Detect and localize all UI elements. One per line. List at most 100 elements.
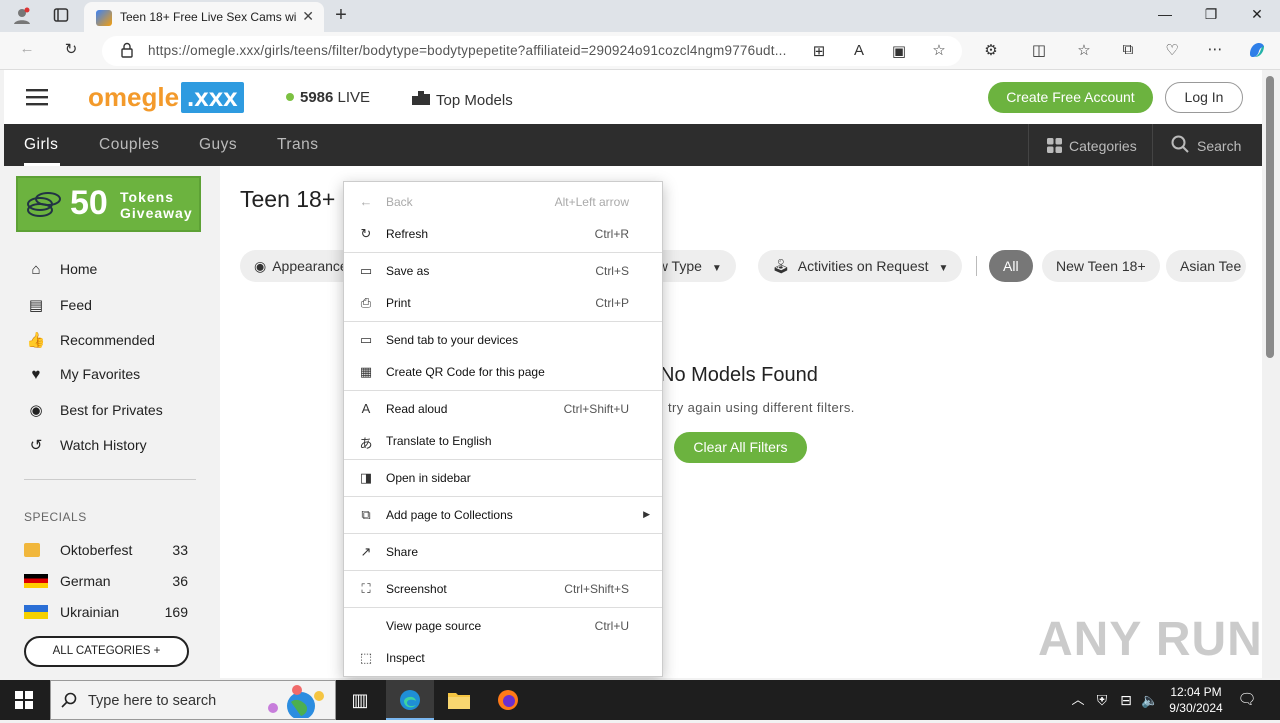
special-ukrainian[interactable]: Ukrainian 169 <box>24 604 194 620</box>
special-oktoberfest[interactable]: Oktoberfest 33 <box>24 542 194 558</box>
login-button[interactable]: Log In <box>1165 82 1243 113</box>
url-bar[interactable]: https://omegle.xxx/girls/teens/filter/bo… <box>102 36 962 66</box>
menu-separator <box>344 252 662 253</box>
more-menu-icon[interactable]: ⋯ <box>1204 40 1226 58</box>
notification-icon[interactable]: 🗨 <box>1232 680 1262 720</box>
chip-new-teen[interactable]: New Teen 18+ <box>1042 250 1160 282</box>
tokens-line1: Tokens <box>120 189 174 205</box>
anyrun-watermark: ANY RUN <box>1038 613 1263 666</box>
sidebar-item-best-privates[interactable]: ◉ Best for Privates <box>26 401 163 419</box>
site-header: omegle .xxx 5986 LIVE Top Models Create F… <box>4 70 1262 124</box>
task-view-icon[interactable]: ▥ <box>336 680 384 720</box>
close-tab-icon[interactable]: ✕ <box>302 8 314 25</box>
collections-icon[interactable]: ⧉ <box>1117 41 1139 58</box>
sidebar-item-home[interactable]: ⌂ Home <box>26 261 97 278</box>
special-count: 36 <box>172 573 188 589</box>
menu-item-label: Share <box>386 545 419 559</box>
minimize-icon[interactable]: — <box>1150 6 1180 22</box>
menu-item-label: Save as <box>386 264 430 278</box>
start-windows-icon[interactable] <box>0 680 48 720</box>
page-scrollbar[interactable] <box>1262 70 1280 678</box>
active-tab[interactable]: Teen 18+ Free Live Sex Cams with ✕ <box>84 2 324 32</box>
all-categories-button[interactable]: ALL CATEGORIES + <box>24 636 189 667</box>
menu-item-send-tab[interactable]: ▭ Send tab to your devices <box>344 326 662 354</box>
submenu-arrow-icon: ▶ <box>643 509 650 519</box>
hamburger-menu-icon[interactable] <box>26 88 48 111</box>
menu-item-screenshot[interactable]: ⛶ Screenshot Ctrl+Shift+S <box>344 575 662 603</box>
menu-item-back[interactable]: ← Back Alt+Left arrow <box>344 188 662 216</box>
activities-filter[interactable]: 🕹 Activities on Request ▼ <box>758 250 963 282</box>
tokens-amount: 50 <box>70 184 108 222</box>
menu-item-translate[interactable]: あ Translate to English <box>344 427 662 455</box>
menu-item-label: Back <box>386 195 413 209</box>
special-count: 33 <box>172 542 188 558</box>
sidebar-item-watch-history[interactable]: ↺ Watch History <box>26 436 147 454</box>
sidebar-item-recommended[interactable]: 👍 Recommended <box>26 331 155 349</box>
search-button[interactable]: Search <box>1152 124 1262 166</box>
browser-essentials-icon[interactable]: ♡ <box>1161 41 1183 59</box>
tab-couples[interactable]: Couples <box>99 136 159 154</box>
favorite-star-icon[interactable]: ☆ <box>928 41 950 59</box>
tab-guys[interactable]: Guys <box>199 136 237 154</box>
menu-item-share[interactable]: ↗ Share <box>344 538 662 566</box>
favorites-icon[interactable]: ☆ <box>1073 41 1095 59</box>
url-text[interactable]: https://omegle.xxx/girls/teens/filter/bo… <box>148 43 808 58</box>
collections-icon: ⧉ <box>361 507 371 522</box>
menu-item-add-collections[interactable]: ⧉ Add page to Collections ▶ <box>344 501 662 529</box>
menu-item-refresh[interactable]: ↻ Refresh Ctrl+R <box>344 220 662 248</box>
copilot-icon[interactable] <box>1246 40 1268 64</box>
menu-item-view-source[interactable]: View page source Ctrl+U <box>344 612 662 640</box>
sidebar-item-feed[interactable]: ▤ Feed <box>26 296 92 314</box>
close-window-icon[interactable]: ✕ <box>1242 6 1272 23</box>
menu-item-label: Open in sidebar <box>386 471 471 485</box>
chip-asian[interactable]: Asian Tee <box>1166 250 1246 282</box>
tab-trans[interactable]: Trans <box>277 136 319 154</box>
read-aloud-toolbar-icon[interactable]: A <box>848 42 870 59</box>
clear-filters-button[interactable]: Clear All Filters <box>674 432 807 463</box>
apps-icon[interactable]: ⊞ <box>808 42 830 60</box>
arrow-left-icon: ← <box>359 194 373 209</box>
search-icon <box>1171 135 1189 156</box>
menu-item-read-aloud[interactable]: A Read aloud Ctrl+Shift+U <box>344 395 662 423</box>
chip-all[interactable]: All <box>989 250 1033 282</box>
create-account-button[interactable]: Create Free Account <box>988 82 1153 113</box>
menu-item-qr-code[interactable]: ▦ Create QR Code for this page <box>344 358 662 386</box>
german-flag-icon <box>24 574 48 588</box>
scrollbar-thumb[interactable] <box>1266 76 1274 358</box>
categories-button[interactable]: Categories <box>1028 124 1152 166</box>
tab-girls[interactable]: Girls <box>24 136 58 154</box>
new-tab-icon[interactable]: + <box>330 4 352 27</box>
menu-item-open-sidebar[interactable]: ◨ Open in sidebar <box>344 464 662 492</box>
maximize-icon[interactable]: ❐ <box>1196 6 1226 23</box>
file-explorer-icon[interactable] <box>435 680 483 720</box>
caret-down-icon: ▼ <box>938 263 949 274</box>
menu-item-inspect[interactable]: ⬚ Inspect <box>344 644 662 672</box>
special-name: German <box>60 573 111 589</box>
clock-date: 9/30/2024 <box>1169 701 1223 715</box>
tokens-giveaway-banner[interactable]: 50 Tokens Giveaway <box>16 176 201 232</box>
firefox-icon[interactable] <box>484 680 532 720</box>
taskbar-clock[interactable]: 12:04 PM 9/30/2024 <box>1160 684 1232 716</box>
back-icon[interactable]: ← <box>16 40 38 57</box>
site-logo[interactable]: omegle .xxx <box>88 82 244 113</box>
profile-icon[interactable] <box>11 7 33 29</box>
special-name: Oktoberfest <box>60 542 133 558</box>
top-models-link[interactable]: Top Models <box>412 89 513 111</box>
sidebar-item-label: Best for Privates <box>60 402 163 418</box>
menu-item-save-as[interactable]: ▭ Save as Ctrl+S <box>344 257 662 285</box>
menu-item-print[interactable]: ⎙ Print Ctrl+P <box>344 289 662 317</box>
extensions-icon[interactable]: ⚙ <box>980 41 1002 59</box>
try-again-text: try again using different filters. <box>668 400 855 415</box>
menu-separator <box>344 533 662 534</box>
menu-separator <box>344 607 662 608</box>
special-german[interactable]: German 36 <box>24 573 194 589</box>
refresh-icon[interactable]: ↻ <box>60 40 82 58</box>
split-screen-icon[interactable]: ◫ <box>1028 41 1050 59</box>
sidebar-item-favorites[interactable]: ♥ My Favorites <box>26 366 141 383</box>
taskbar-search-box[interactable]: Type here to search <box>50 680 336 720</box>
immersive-reader-icon[interactable]: ▣ <box>888 42 910 60</box>
lock-icon[interactable] <box>116 42 138 61</box>
edge-taskbar-icon[interactable] <box>386 680 434 720</box>
tab-actions-icon[interactable] <box>50 7 72 27</box>
menu-item-shortcut: Ctrl+U <box>594 619 629 633</box>
